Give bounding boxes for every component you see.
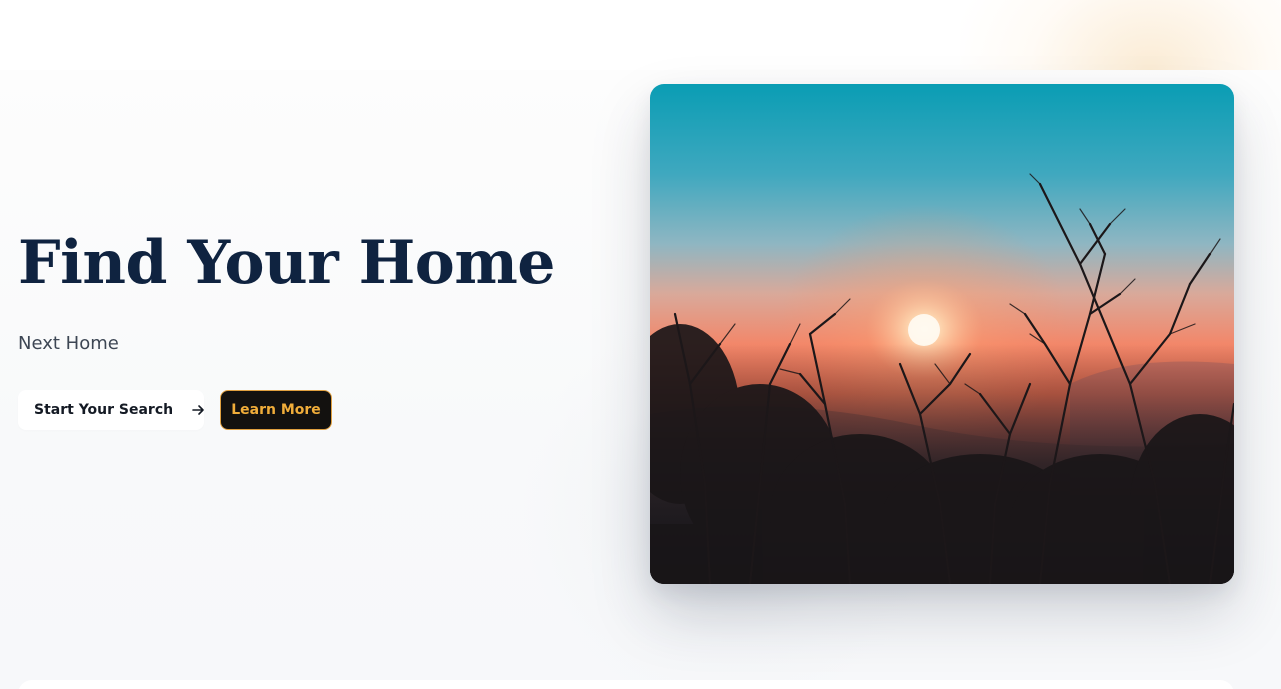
page: Find Your Home Next Home Start Your Sear… <box>0 0 1281 689</box>
hero-subtitle: Next Home <box>18 333 119 354</box>
learn-more-label: Learn More <box>231 402 321 418</box>
hero-image <box>650 84 1234 584</box>
arrow-right-icon <box>191 403 205 417</box>
learn-more-button[interactable]: Learn More <box>220 390 332 430</box>
start-search-button[interactable]: Start Your Search <box>18 390 204 430</box>
hero-title: Find Your Home <box>18 228 555 298</box>
start-search-label: Start Your Search <box>34 402 174 418</box>
sunset-branches-photo <box>650 84 1234 584</box>
content-card <box>18 680 1234 689</box>
